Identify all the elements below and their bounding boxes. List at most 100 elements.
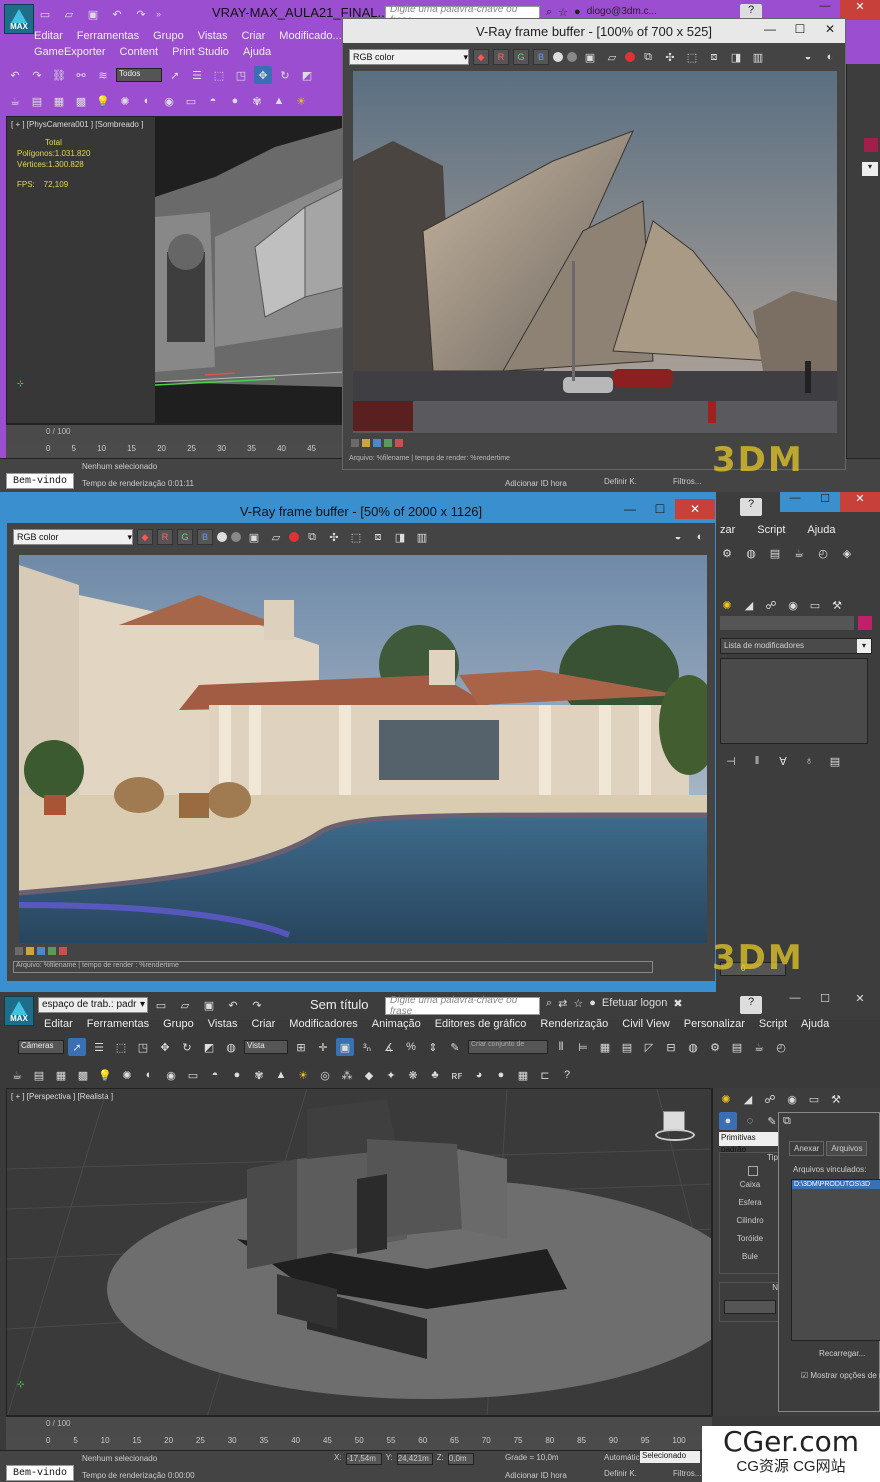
alpha-icon[interactable] <box>553 52 563 62</box>
snaps-icon[interactable]: ³ₙ <box>358 1038 376 1056</box>
search-input[interactable]: Digite uma palavra-chave ou frase <box>385 995 540 1017</box>
maximize-icon[interactable]: ☐ <box>810 492 840 512</box>
key-filter-dropdown[interactable]: Selecionado <box>640 1451 700 1463</box>
menu-editar[interactable]: Editar <box>34 28 63 44</box>
menu-modificadores[interactable]: Modificado... <box>279 28 341 44</box>
select-icon[interactable]: ➚ <box>166 66 184 84</box>
render-last-icon[interactable]: ◒ <box>669 528 687 546</box>
menu-criar[interactable]: Criar <box>241 28 265 44</box>
save-icon[interactable]: ▣ <box>84 5 102 23</box>
render-last-icon[interactable]: ◒ <box>799 48 817 66</box>
fur-icon[interactable]: ✾ <box>250 1066 268 1084</box>
tab-arquivos[interactable]: Arquivos <box>826 1141 868 1156</box>
unlink-icon[interactable]: ⚯ <box>72 66 90 84</box>
display-tab-icon[interactable]: ▭ <box>805 1090 823 1108</box>
close-icon[interactable]: ✕ <box>675 499 715 519</box>
viewcube-icon[interactable] <box>655 1109 695 1145</box>
welcome-button[interactable]: Bem-vindo <box>6 1465 74 1481</box>
add-time-tag[interactable]: Adicionar ID hora <box>505 1471 567 1480</box>
hierarchy-tab-icon[interactable]: ☍ <box>762 596 780 614</box>
rgb-toggle-icon[interactable]: ◆ <box>473 49 489 65</box>
proxy-icon[interactable]: ◆ <box>360 1066 378 1084</box>
menu-ajuda[interactable]: Ajuda <box>801 1018 829 1030</box>
red-channel-button[interactable]: R <box>493 49 509 65</box>
maximize-icon[interactable]: ☐ <box>785 19 815 39</box>
new-file-icon[interactable]: ▭ <box>152 996 170 1014</box>
menu-script[interactable]: Script <box>759 1018 787 1030</box>
render-online-icon[interactable]: ◈ <box>838 544 856 562</box>
filters-button[interactable]: Filtros... <box>673 477 701 486</box>
set-key-label[interactable]: Definir K. <box>604 1469 637 1478</box>
cone-icon[interactable]: ▲ <box>270 92 288 110</box>
ribbon-icon[interactable]: ▤ <box>618 1038 636 1056</box>
motion-tab-icon[interactable]: ◉ <box>783 1090 801 1108</box>
stop-render-icon[interactable]: ◐ <box>691 528 709 546</box>
save-image-icon[interactable]: ▣ <box>581 48 599 66</box>
menu-personalizar[interactable]: zar <box>720 524 735 536</box>
move-icon[interactable]: ✥ <box>156 1038 174 1056</box>
sphere-light-icon[interactable]: ◐ <box>138 92 156 110</box>
lens-fx-icon[interactable] <box>26 947 34 955</box>
light-icon[interactable]: 💡 <box>94 92 112 110</box>
render-iterative-icon[interactable]: ◴ <box>772 1038 790 1056</box>
modifier-list-dropdown[interactable]: Lista de modificadores ▾ <box>720 638 872 654</box>
redo-icon[interactable]: ↷ <box>248 996 266 1014</box>
viewport-camera-1[interactable]: [ + ] [PhysCamera001 ] [Sombreado ] Tota… <box>6 116 344 424</box>
angle-snap-icon[interactable]: ∡ <box>380 1038 398 1056</box>
clear-image-icon[interactable] <box>625 52 635 62</box>
menu-print-studio[interactable]: Print Studio <box>172 44 229 60</box>
primitive-type-dropdown[interactable]: Primitivas padrão <box>719 1132 779 1154</box>
rgb-toggle-icon[interactable]: ◆ <box>137 529 153 545</box>
maximize-icon[interactable]: ☐ <box>645 499 675 519</box>
reload-button[interactable]: Recarregar... <box>819 1349 865 1358</box>
menu-personalizar[interactable]: Personalizar <box>684 1018 745 1030</box>
fur-icon[interactable]: ✾ <box>248 92 266 110</box>
workspace-dropdown[interactable]: espaço de trab.: padr ▾ <box>38 997 148 1013</box>
cone-icon[interactable]: ▲ <box>272 1066 290 1084</box>
teapot-button[interactable]: Bule <box>720 1248 780 1266</box>
tab-anexar[interactable]: Anexar <box>789 1141 825 1156</box>
display-correction-icon[interactable]: ◨ <box>727 48 745 66</box>
hierarchy-tab-icon[interactable]: ☍ <box>761 1090 779 1108</box>
rotate-icon[interactable]: ↻ <box>178 1038 196 1056</box>
autogrid-checkbox[interactable] <box>748 1166 758 1176</box>
close-icon[interactable]: ✕ <box>840 0 880 20</box>
tree-icon[interactable]: ♣ <box>426 1066 444 1084</box>
scatter-icon[interactable]: ⁂ <box>338 1066 356 1084</box>
display-correction-icon[interactable]: ◨ <box>391 528 409 546</box>
mono-icon[interactable] <box>567 52 577 62</box>
levels-icon[interactable] <box>373 439 381 447</box>
rendered-frame-icon[interactable]: ▩ <box>74 1066 92 1084</box>
vfb1-channel-select[interactable]: RGB color ▾ <box>349 49 469 65</box>
menu-gameexporter[interactable]: GameExporter <box>34 44 106 60</box>
object-name-field[interactable] <box>720 616 854 630</box>
display-tab-icon[interactable]: ▭ <box>806 596 824 614</box>
y-coordinate-field[interactable]: 24,421m <box>396 1453 433 1465</box>
vray-logo-icon[interactable]: ✦ <box>382 1066 400 1084</box>
rotate-icon[interactable]: ↻ <box>276 66 294 84</box>
globe-icon[interactable]: ● <box>492 1066 510 1084</box>
plane-icon[interactable]: ▭ <box>182 92 200 110</box>
vray-frame-buffer-2[interactable]: V-Ray frame buffer - [50% of 2000 x 1126… <box>6 498 716 982</box>
link-to-max-icon[interactable]: ⧈ <box>369 528 387 546</box>
exchange-icon[interactable]: ⇄ <box>558 997 567 1010</box>
link-to-max-icon[interactable]: ⧈ <box>705 48 723 66</box>
star-icon[interactable]: ☆ <box>573 997 583 1010</box>
max-app-icon[interactable]: MAX <box>4 996 34 1026</box>
levels-icon[interactable] <box>37 947 45 955</box>
minimize-icon[interactable]: — <box>810 0 840 20</box>
render-production-icon[interactable]: ☕ <box>790 544 808 562</box>
bind-spacewarp-icon[interactable]: ≋ <box>94 66 112 84</box>
set-key-label[interactable]: Definir K. <box>604 477 637 486</box>
duplicate-icon[interactable]: ⧉ <box>303 528 321 546</box>
link-icon[interactable]: ⛓ <box>50 66 68 84</box>
ornatrix-icon[interactable]: ◕ <box>470 1066 488 1084</box>
vray-frame-buffer-1[interactable]: V-Ray frame buffer - [100% of 700 x 525]… <box>342 18 846 470</box>
rf-icon[interactable]: ʀꜰ <box>448 1066 466 1084</box>
linked-files-list[interactable]: D:\3DM\PRODUTOS\3D <box>791 1179 880 1341</box>
history-icon[interactable] <box>15 947 23 955</box>
clear-image-icon[interactable] <box>289 532 299 542</box>
sun-icon[interactable]: ☀ <box>292 92 310 110</box>
auto-key-label[interactable]: Automátic <box>604 1453 640 1462</box>
viewport-perspective[interactable]: [ + ] [Perspectiva ] [Realista ] ⊹ <box>6 1088 712 1416</box>
